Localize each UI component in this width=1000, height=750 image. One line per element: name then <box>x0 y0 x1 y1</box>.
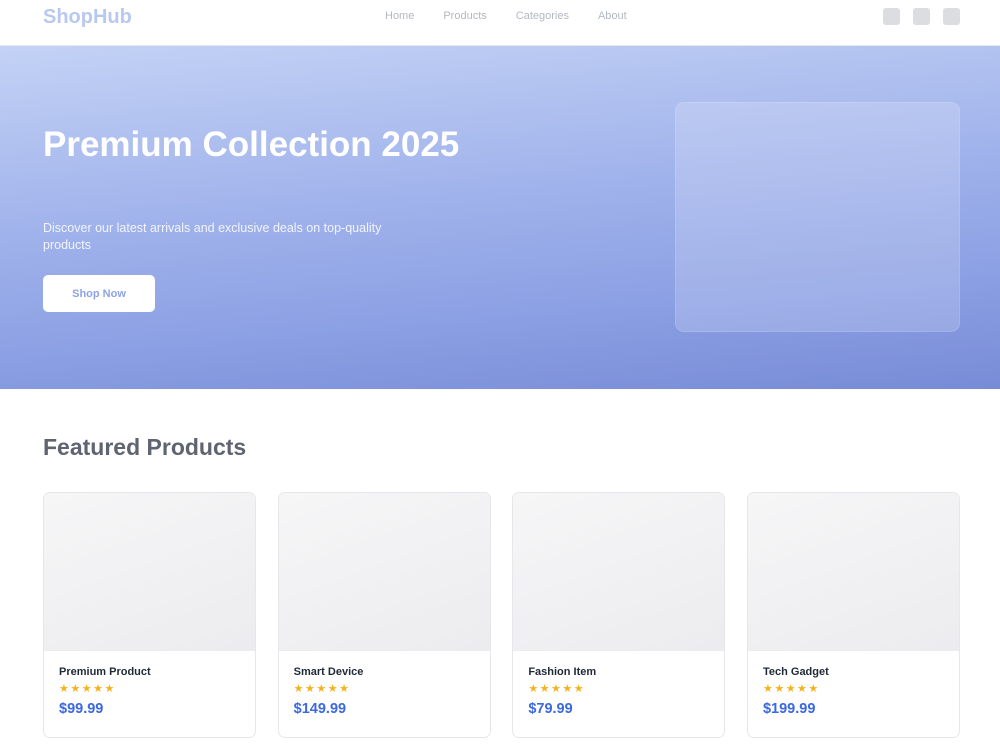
star-rating: ★★★★★ <box>59 683 116 695</box>
featured-products-title: Featured Products <box>43 434 247 460</box>
nav-link-about[interactable]: About <box>598 10 627 22</box>
shophub-logo[interactable]: ShopHub <box>43 6 132 29</box>
product-card[interactable]: Premium Product ★★★★★ $99.99 <box>43 492 256 738</box>
product-name: Smart Device <box>293 666 364 678</box>
product-name: Fashion Item <box>528 666 597 678</box>
cart-icon[interactable] <box>943 8 960 25</box>
hero-title: Premium Collection 2025 <box>43 125 460 164</box>
hero-image-placeholder <box>675 102 960 332</box>
product-card[interactable]: Fashion Item ★★★★★ $79.99 <box>512 492 726 738</box>
product-card[interactable]: Tech Gadget ★★★★★ $199.99 <box>746 492 960 738</box>
product-price: $199.99 <box>762 701 816 717</box>
product-image <box>513 493 725 651</box>
product-price: $149.99 <box>293 701 347 717</box>
search-icon[interactable] <box>883 8 900 25</box>
product-grid: Premium Product ★★★★★ $99.99 Smart Devic… <box>43 492 960 738</box>
star-rating: ★★★★★ <box>528 683 586 695</box>
header-actions <box>870 8 960 25</box>
product-name: Premium Product <box>59 666 151 678</box>
product-image <box>747 493 959 651</box>
hero-banner: Premium Collection 2025 Discover our lat… <box>0 46 1000 389</box>
nav-link-categories[interactable]: Categories <box>516 10 569 22</box>
hero-subtitle: Discover our latest arrivals and exclusi… <box>43 221 382 252</box>
shop-now-button[interactable]: Shop Now <box>43 275 155 312</box>
product-name: Tech Gadget <box>762 666 829 678</box>
star-rating: ★★★★★ <box>293 683 351 695</box>
product-image <box>44 493 255 651</box>
product-image <box>278 493 490 651</box>
product-card[interactable]: Smart Device ★★★★★ $149.99 <box>277 492 491 738</box>
product-price: $79.99 <box>528 701 573 717</box>
nav-link-home[interactable]: Home <box>385 10 414 22</box>
nav-link-products[interactable]: Products <box>443 10 486 22</box>
site-header: ShopHub Home Products Categories About <box>0 0 1000 46</box>
main-nav: Home Products Categories About <box>385 10 656 22</box>
user-icon[interactable] <box>913 8 930 25</box>
product-price: $99.99 <box>59 701 104 717</box>
star-rating: ★★★★★ <box>762 683 820 695</box>
